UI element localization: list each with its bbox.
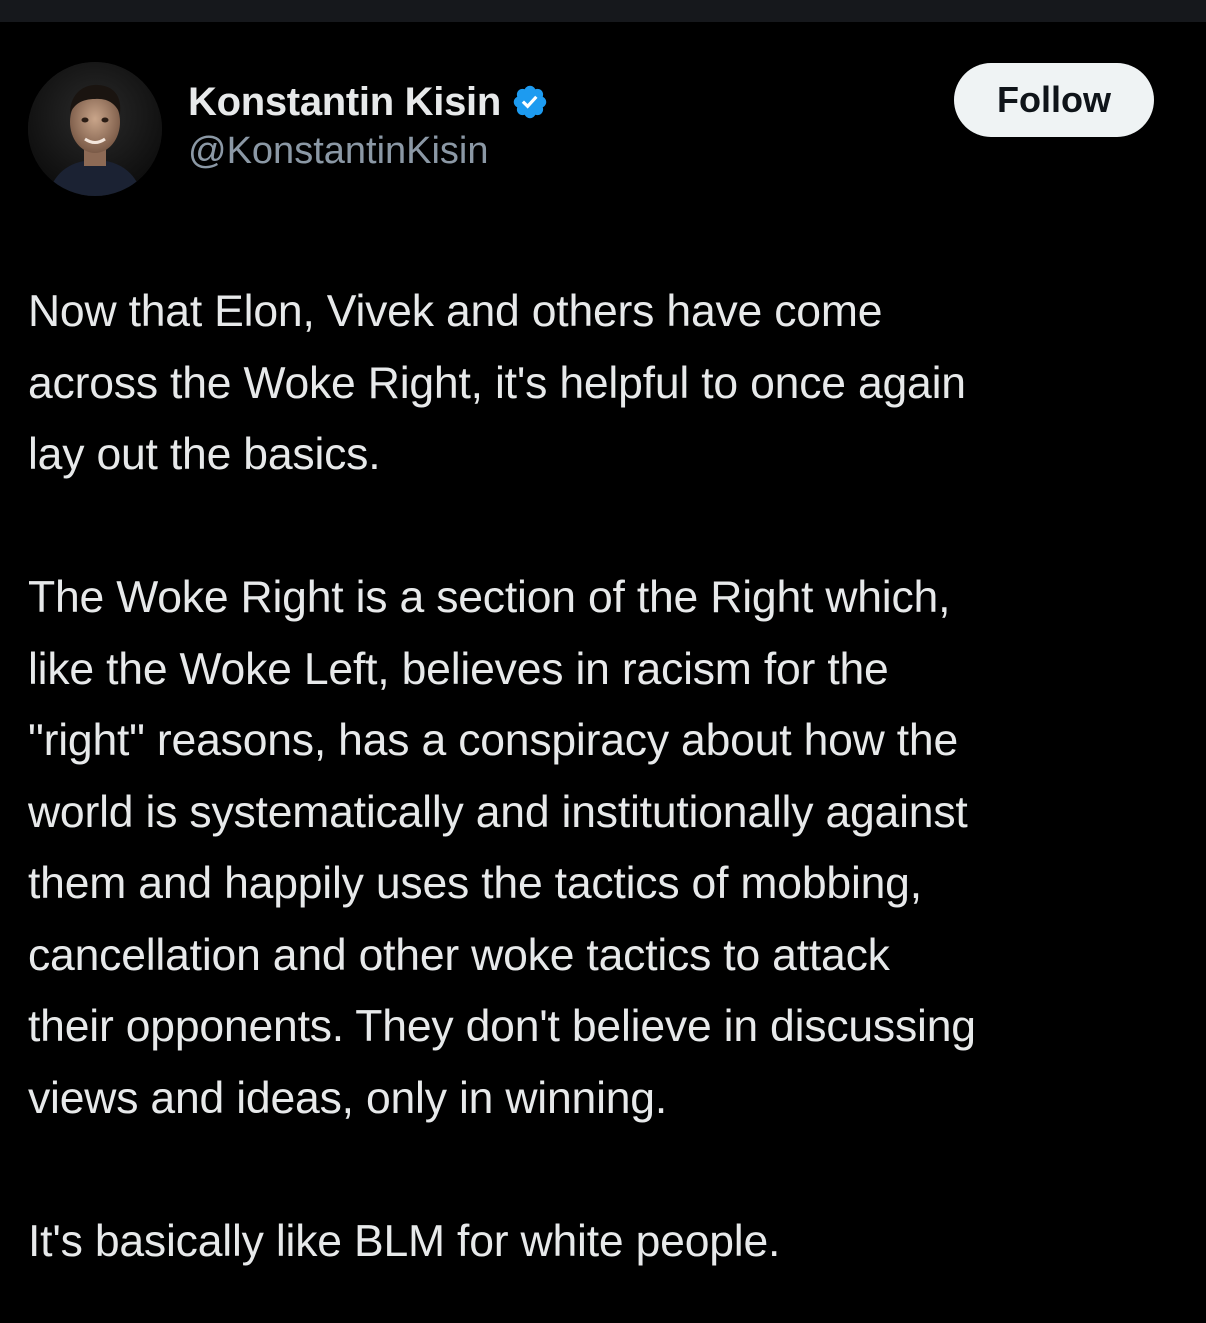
tweet-text: Now that Elon, Vivek and others have com… [28,276,1188,1277]
author-display-name[interactable]: Konstantin Kisin [188,80,501,125]
tweet-paragraph: It's basically like BLM for white people… [28,1216,781,1266]
top-bar [0,0,1206,22]
author-info: Konstantin Kisin @KonstantinKisin [188,78,549,173]
name-row: Konstantin Kisin [188,78,549,126]
avatar-photo [28,62,162,196]
tweet-card: Konstantin Kisin @KonstantinKisin Follow… [0,22,1206,1323]
tweet-paragraph: Now that Elon, Vivek and others have com… [28,287,966,479]
follow-button[interactable]: Follow [954,63,1154,137]
avatar[interactable] [28,62,162,196]
verified-badge-icon [511,83,549,121]
tweet-paragraph: The Woke Right is a section of the Right… [28,573,976,1123]
author-handle[interactable]: @KonstantinKisin [188,130,549,173]
